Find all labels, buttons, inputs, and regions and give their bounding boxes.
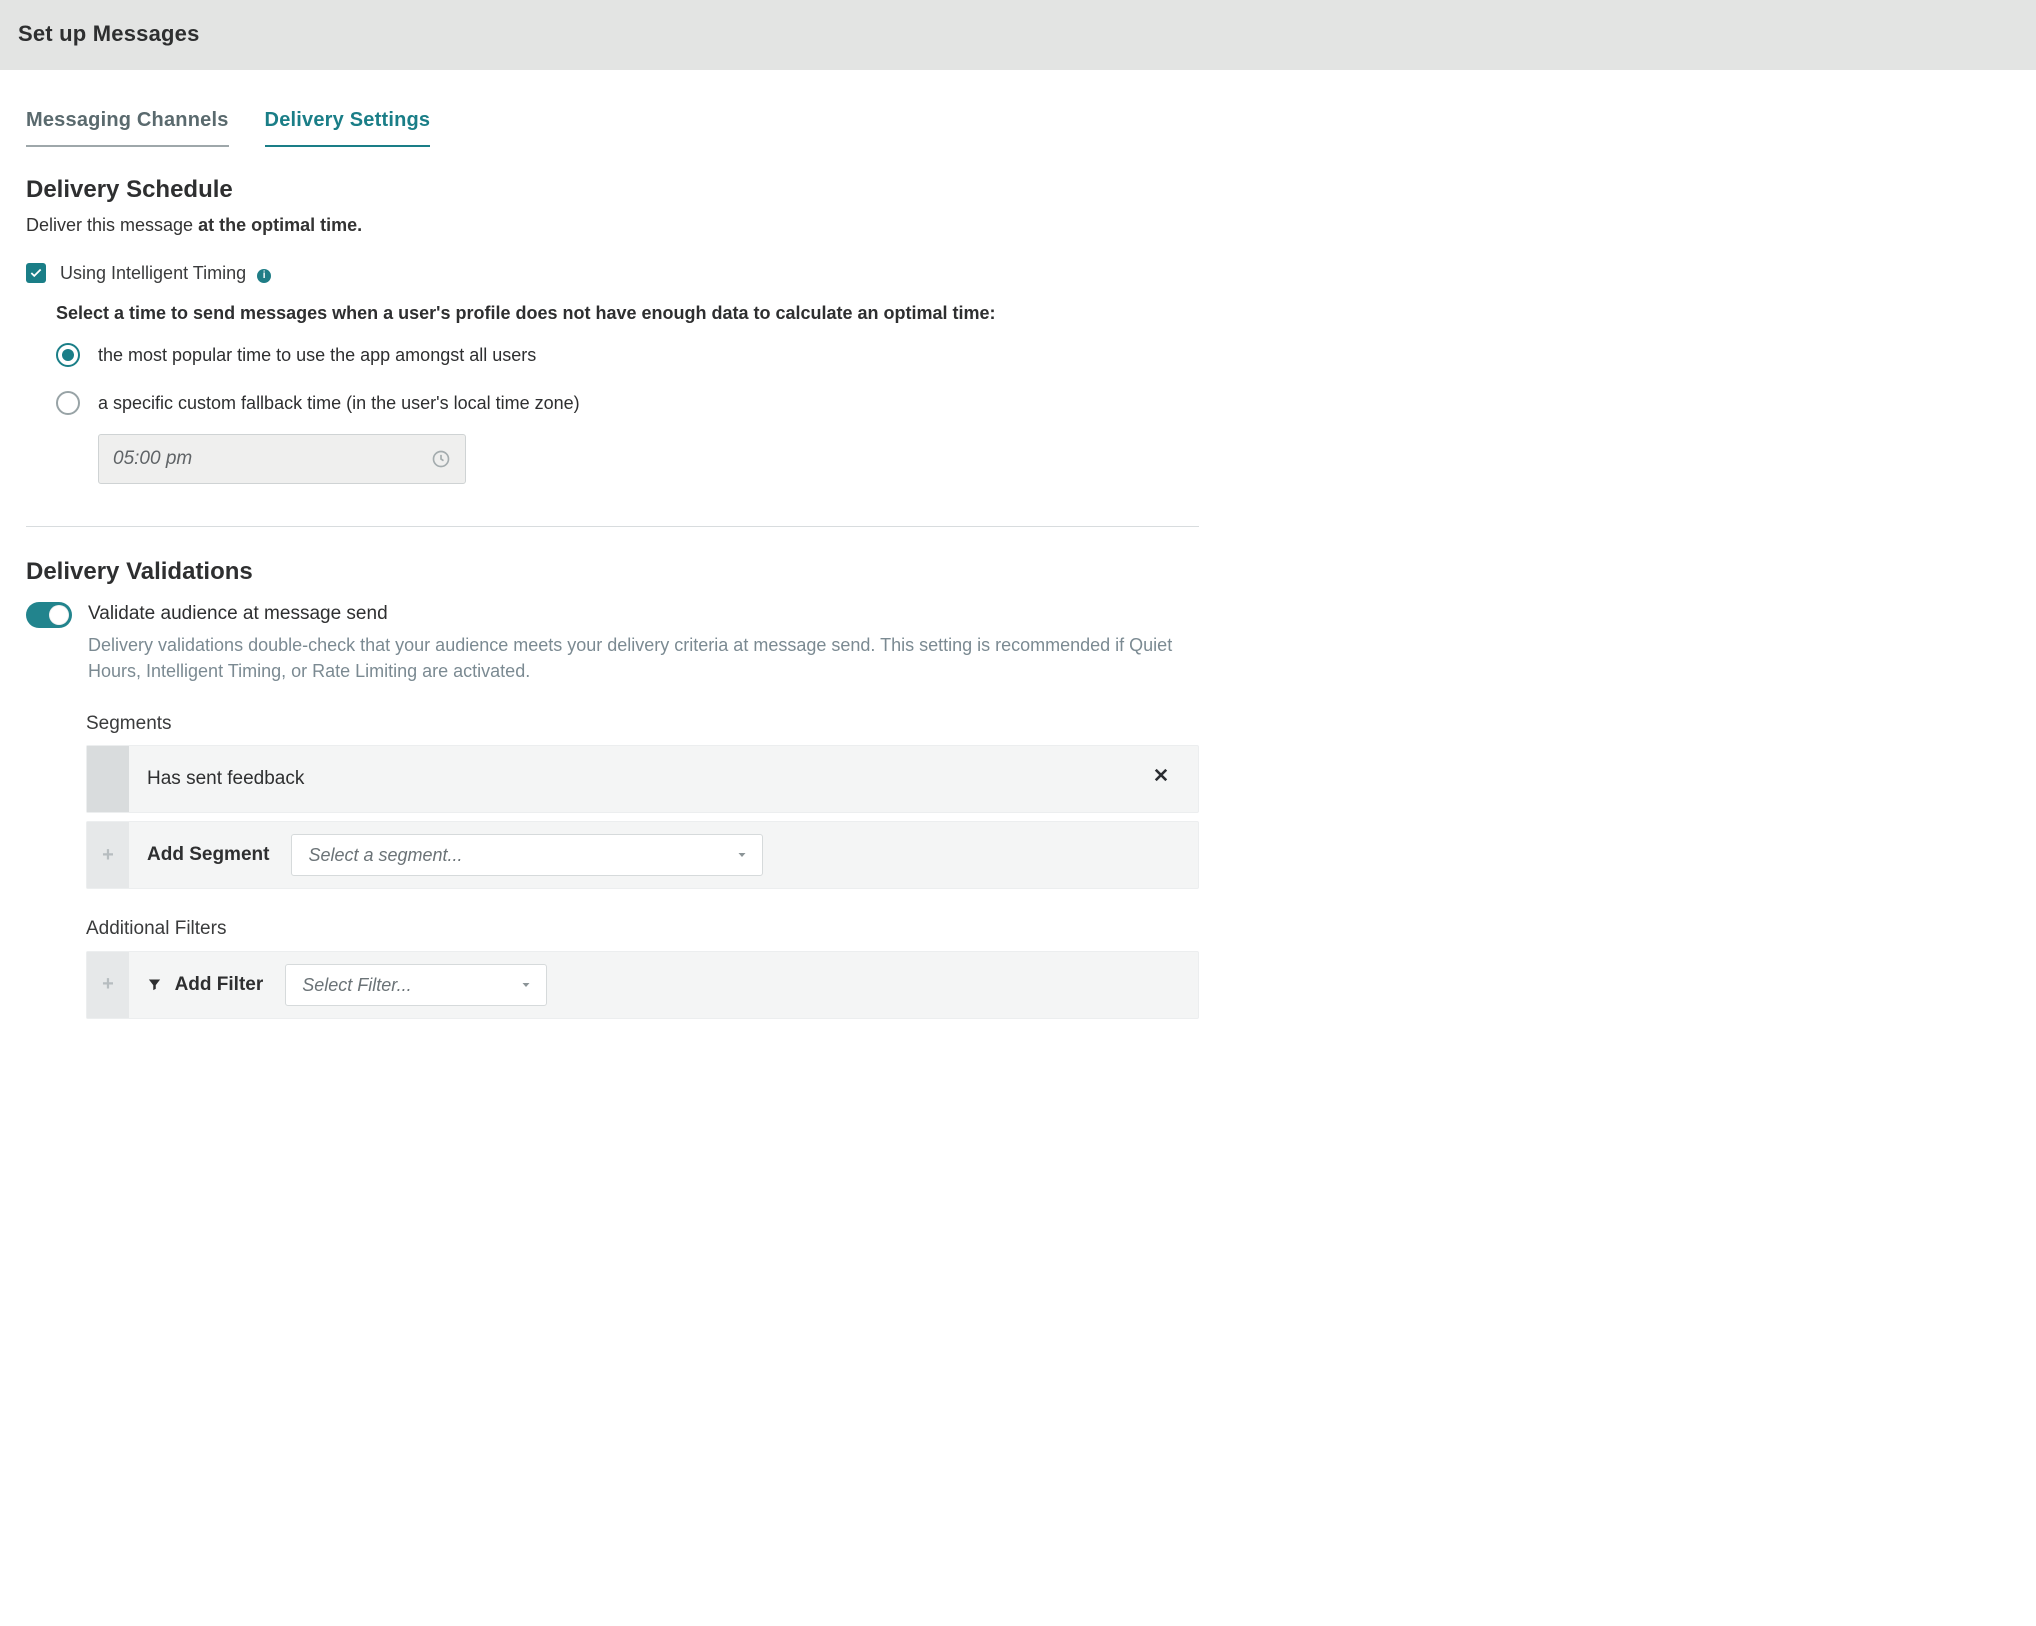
chevron-down-icon	[520, 972, 532, 998]
funnel-icon	[147, 977, 162, 992]
section-divider	[26, 526, 1199, 527]
info-icon[interactable]: i	[257, 269, 271, 283]
schedule-subhead-prefix: Deliver this message	[26, 215, 198, 235]
add-segment-row: + Add Segment Select a segment...	[86, 821, 1199, 889]
segments-panels: ​ Has sent feedback + Add Segment Select…	[86, 745, 1199, 889]
section-delivery-validations-heading: Delivery Validations	[26, 555, 1199, 590]
intelligent-timing-checkbox[interactable]	[26, 263, 46, 283]
validate-audience-title: Validate audience at message send	[88, 600, 1199, 628]
add-filter-label-text: Add Filter	[175, 974, 264, 995]
filter-select-placeholder: Select Filter...	[302, 972, 411, 998]
section-delivery-schedule-heading: Delivery Schedule	[26, 173, 1199, 208]
page-header: Set up Messages	[0, 0, 2036, 70]
intelligent-timing-label: Using Intelligent Timing i	[60, 260, 271, 286]
tab-delivery-settings[interactable]: Delivery Settings	[265, 106, 431, 147]
tab-messaging-channels[interactable]: Messaging Channels	[26, 106, 229, 147]
plus-icon: +	[102, 970, 114, 999]
filter-select[interactable]: Select Filter...	[285, 964, 547, 1006]
validate-audience-toggle[interactable]	[26, 602, 72, 628]
schedule-subhead-bold: at the optimal time.	[198, 215, 362, 235]
segment-row-handle: ​	[87, 746, 129, 812]
validate-audience-desc: Delivery validations double-check that y…	[88, 632, 1199, 684]
intelligent-timing-label-text: Using Intelligent Timing	[60, 263, 246, 283]
chevron-down-icon	[736, 842, 748, 868]
segment-select[interactable]: Select a segment...	[291, 834, 763, 876]
segment-name: Has sent feedback	[147, 765, 304, 793]
filters-panels: + Add Filter Select Filter...	[86, 951, 1199, 1019]
fallback-note: Select a time to send messages when a us…	[56, 300, 1199, 326]
segment-remove-button[interactable]	[1152, 766, 1180, 792]
fallback-time-value: 05:00 pm	[113, 445, 192, 473]
filters-label: Additional Filters	[86, 915, 1199, 943]
validate-audience-text: Validate audience at message send Delive…	[88, 600, 1199, 684]
add-filter-label: Add Filter	[147, 971, 263, 999]
fallback-option-custom-radio[interactable]	[56, 391, 80, 415]
page-title: Set up Messages	[18, 18, 2018, 50]
fallback-option-popular-radio[interactable]	[56, 343, 80, 367]
add-filter-row: + Add Filter Select Filter...	[86, 951, 1199, 1019]
segment-select-placeholder: Select a segment...	[308, 842, 462, 868]
toggle-knob	[49, 605, 69, 625]
segments-label: Segments	[86, 710, 1199, 738]
clock-icon	[431, 449, 451, 469]
add-segment-label: Add Segment	[147, 841, 269, 869]
schedule-subhead: Deliver this message at the optimal time…	[26, 212, 1199, 238]
plus-icon: +	[102, 841, 114, 870]
fallback-option-popular-label: the most popular time to use the app amo…	[98, 342, 536, 368]
fallback-time-input[interactable]: 05:00 pm	[98, 434, 466, 484]
close-icon	[1152, 766, 1170, 784]
fallback-option-custom-label: a specific custom fallback time (in the …	[98, 390, 580, 416]
add-filter-plus[interactable]: +	[87, 952, 129, 1018]
add-segment-plus[interactable]: +	[87, 822, 129, 888]
segment-row: ​ Has sent feedback	[86, 745, 1199, 813]
tabs: Messaging Channels Delivery Settings	[26, 106, 1199, 147]
check-icon	[29, 266, 43, 280]
